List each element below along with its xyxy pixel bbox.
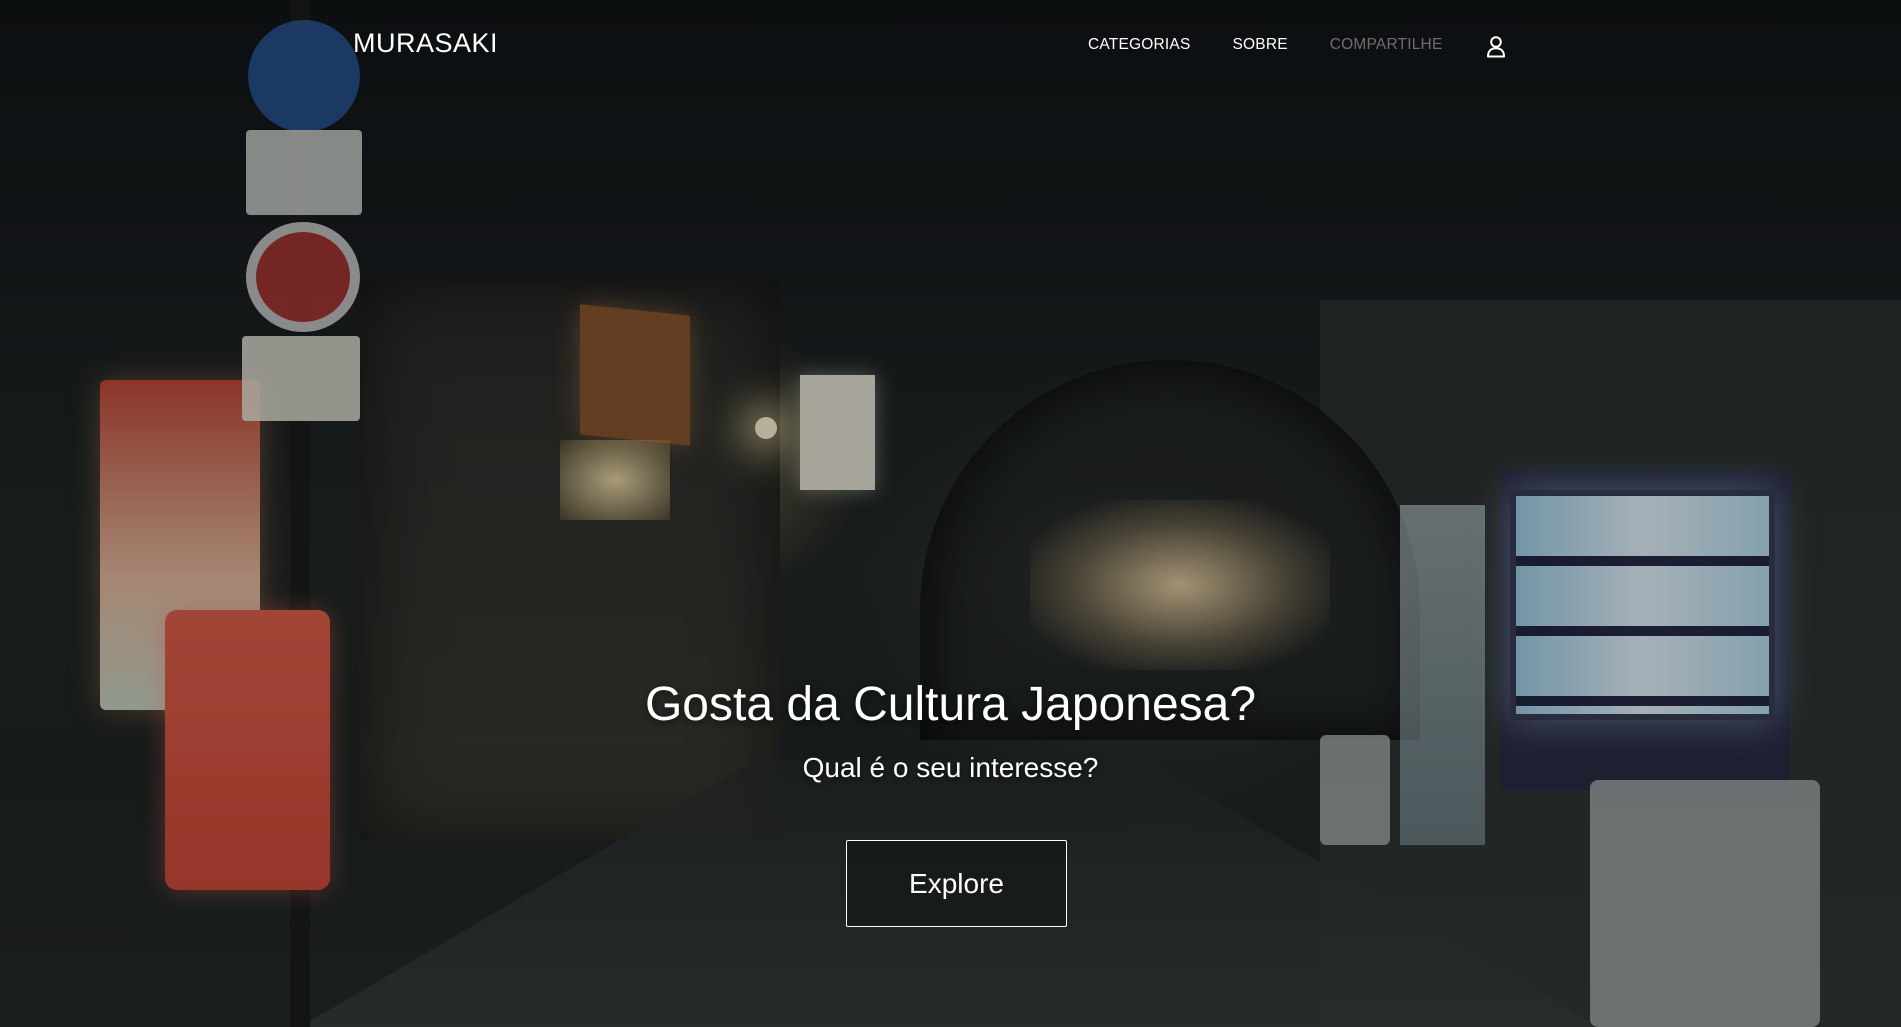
hero-title: Gosta da Cultura Japonesa? xyxy=(644,678,1257,731)
explore-button[interactable]: Explore xyxy=(846,840,1067,927)
hero-section: Gosta da Cultura Japonesa? Qual é o seu … xyxy=(0,0,1901,1027)
hero-subtitle: Qual é o seu interesse? xyxy=(802,752,1099,783)
